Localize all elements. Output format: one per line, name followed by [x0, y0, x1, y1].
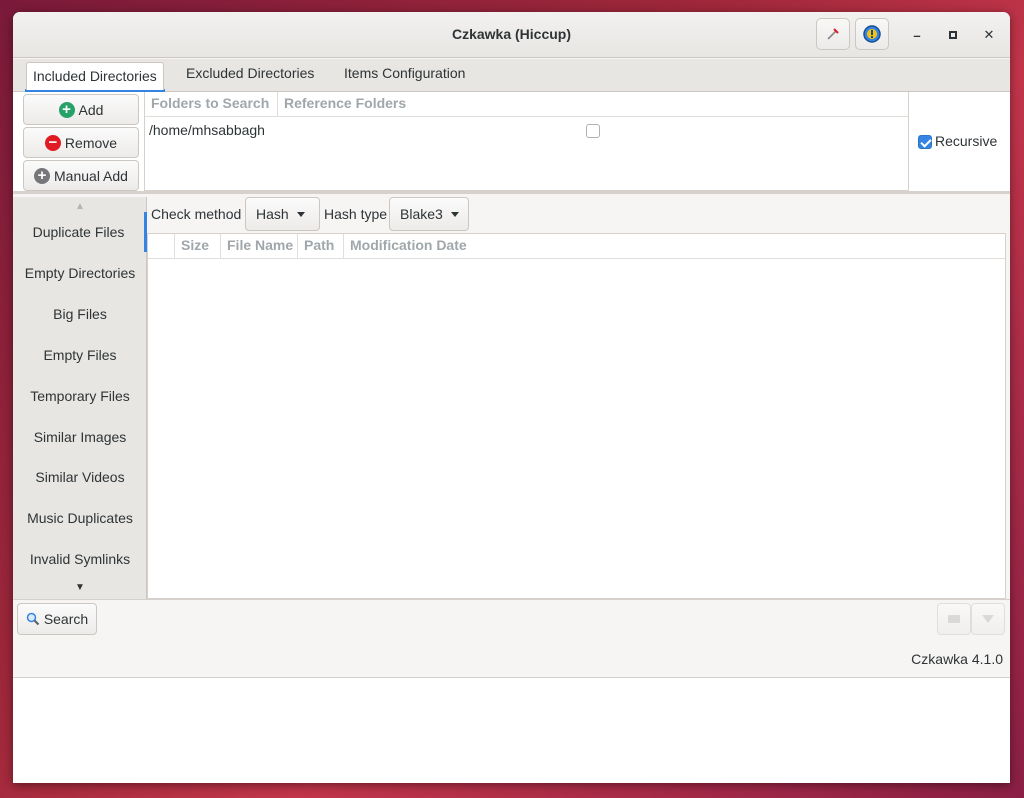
header-file-name[interactable]: File Name	[221, 234, 298, 259]
sidebar-item-similar-videos[interactable]: Similar Videos	[13, 457, 147, 497]
action-button[interactable]	[971, 603, 1005, 635]
check-method-value: Hash	[256, 206, 289, 222]
sidebar-item-invalid-symlinks[interactable]: Invalid Symlinks	[13, 539, 147, 579]
header-select[interactable]	[148, 234, 175, 259]
folders-table: Folders to Search Reference Folders /hom…	[144, 92, 909, 191]
scroll-down-icon[interactable]: ▼	[13, 582, 147, 593]
check-method-dropdown[interactable]: Hash	[245, 197, 320, 231]
header-reference-folders[interactable]: Reference Folders	[278, 92, 908, 117]
minimize-button[interactable]: –	[906, 24, 928, 46]
scroll-up-icon[interactable]: ▲	[13, 201, 147, 212]
folder-path[interactable]: /home/mhsabbagh	[149, 122, 265, 138]
header-path[interactable]: Path	[298, 234, 344, 259]
close-icon: ✕	[983, 27, 995, 42]
results-table[interactable]: Size File Name Path Modification Date	[147, 233, 1006, 599]
search-label: Search	[43, 611, 89, 627]
select-icon	[948, 615, 960, 623]
filter-icon	[982, 615, 994, 623]
tab-items-configuration[interactable]: Items Configuration	[336, 59, 473, 92]
log-text-view[interactable]	[13, 678, 1010, 783]
about-button[interactable]	[855, 18, 889, 50]
settings-button[interactable]	[816, 18, 850, 50]
sidebar-item-similar-images[interactable]: Similar Images	[13, 417, 147, 457]
included-directories-panel: + Add − Remove + Manual Add Folders to S…	[13, 92, 1010, 194]
info-icon	[863, 25, 881, 43]
chevron-down-icon	[450, 211, 459, 217]
add-icon: +	[58, 101, 75, 118]
app-window: Czkawka (Hiccup) – ✕ Included Directorie…	[13, 12, 1010, 783]
sidebar-item-temporary-files[interactable]: Temporary Files	[13, 376, 147, 416]
recursive-checkbox[interactable]	[918, 135, 932, 149]
manual-add-icon: +	[34, 167, 51, 184]
wrench-icon	[827, 28, 839, 40]
check-method-label: Check method	[151, 206, 242, 222]
hash-type-value: Blake3	[400, 206, 443, 222]
recursive-label[interactable]: Recursive	[935, 133, 997, 149]
remove-label: Remove	[64, 134, 118, 151]
sidebar-item-empty-files[interactable]: Empty Files	[13, 335, 147, 375]
directories-tabs: Included Directories Excluded Directorie…	[13, 59, 1010, 92]
header-bar: Czkawka (Hiccup) – ✕	[13, 12, 1010, 58]
add-button[interactable]: + Add	[23, 94, 139, 125]
maximize-button[interactable]	[942, 24, 964, 46]
chevron-down-icon	[296, 211, 305, 217]
sidebar-item-music-duplicates[interactable]: Music Duplicates	[13, 498, 147, 538]
duplicate-files-panel: Check method Hash Hash type Blake3 Size …	[147, 197, 1010, 599]
sidebar-item-empty-directories[interactable]: Empty Directories	[13, 253, 147, 293]
sidebar-item-big-files[interactable]: Big Files	[13, 294, 147, 334]
minimize-icon: –	[913, 27, 921, 43]
remove-button[interactable]: − Remove	[23, 127, 139, 158]
tab-excluded-directories[interactable]: Excluded Directories	[178, 59, 322, 92]
manual-add-button[interactable]: + Manual Add	[23, 160, 139, 191]
search-icon	[26, 612, 40, 626]
search-button[interactable]: Search	[17, 603, 97, 635]
sidebar-item-duplicate-files[interactable]: Duplicate Files	[13, 212, 147, 252]
select-button[interactable]	[937, 603, 971, 635]
add-label: Add	[78, 101, 104, 118]
mode-sidebar: ▲ Duplicate Files Empty Directories Big …	[13, 197, 147, 599]
close-button[interactable]: ✕	[978, 24, 1000, 46]
hash-type-dropdown[interactable]: Blake3	[389, 197, 469, 231]
reference-folder-checkbox[interactable]	[586, 124, 600, 138]
tab-included-directories[interactable]: Included Directories	[25, 59, 165, 92]
version-label: Czkawka 4.1.0	[911, 651, 1003, 667]
header-folders-to-search[interactable]: Folders to Search	[145, 92, 278, 117]
manual-add-label: Manual Add	[54, 167, 128, 184]
maximize-icon	[949, 31, 957, 39]
bottom-bar: Search Czkawka 4.1.0	[13, 599, 1010, 678]
header-modification-date[interactable]: Modification Date	[344, 234, 1005, 259]
header-size[interactable]: Size	[175, 234, 221, 259]
remove-icon: −	[44, 134, 61, 151]
hash-type-label: Hash type	[324, 206, 388, 222]
